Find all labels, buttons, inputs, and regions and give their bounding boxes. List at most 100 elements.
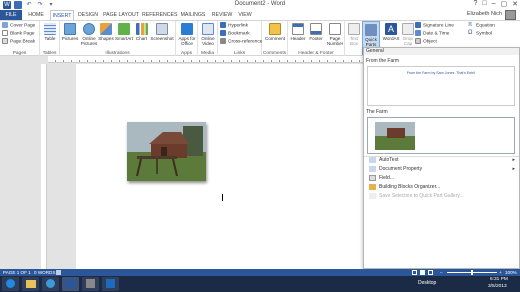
cross-reference-icon bbox=[220, 38, 226, 44]
app-taskbar-icon[interactable] bbox=[82, 277, 99, 291]
desktop-toolbar[interactable]: Desktop bbox=[418, 280, 436, 286]
pictures-button[interactable]: Pictures bbox=[61, 23, 79, 41]
header-button[interactable]: Header bbox=[289, 23, 307, 41]
document-page[interactable] bbox=[76, 64, 363, 269]
group-header-footer: Header Footer Page Number Header & Footer bbox=[288, 21, 345, 56]
barn-shape bbox=[387, 128, 405, 138]
online-pictures-button[interactable]: Online Pictures bbox=[80, 23, 98, 46]
signature-line-button[interactable]: Signature Line bbox=[415, 22, 454, 29]
object-button[interactable]: Object bbox=[415, 38, 437, 45]
file-explorer-icon[interactable] bbox=[22, 277, 39, 291]
chart-button[interactable]: Chart bbox=[134, 23, 149, 41]
read-mode-icon[interactable] bbox=[412, 270, 417, 275]
bookmark-button[interactable]: Bookmark bbox=[220, 30, 250, 37]
window-controls: ? □ – ▢ ✕ bbox=[473, 0, 518, 8]
cover-page-icon bbox=[2, 22, 8, 28]
ie-taskbar-icon[interactable] bbox=[2, 277, 19, 291]
apps-for-office-button[interactable]: Apps for Office bbox=[177, 23, 197, 46]
video-icon bbox=[202, 23, 214, 35]
menu-field[interactable]: Field... bbox=[365, 174, 518, 183]
shapes-button[interactable]: Shapes bbox=[98, 23, 114, 41]
page-count[interactable]: PAGE 1 OF 1 bbox=[3, 269, 31, 276]
zoom-level[interactable]: 100% bbox=[505, 269, 517, 276]
tab-references[interactable]: REFERENCES bbox=[142, 10, 177, 20]
close-button[interactable]: ✕ bbox=[512, 0, 518, 8]
wordart-icon: A bbox=[385, 23, 397, 35]
text-box-button[interactable]: Text Box bbox=[347, 23, 361, 46]
tab-file[interactable]: FILE bbox=[0, 10, 22, 20]
smartart-button[interactable]: SmartArt bbox=[114, 23, 134, 41]
smartart-icon bbox=[118, 23, 130, 35]
page-break-button[interactable]: Page Break bbox=[2, 38, 35, 45]
tray-icons[interactable] bbox=[442, 281, 472, 287]
proofing-icon[interactable] bbox=[56, 270, 61, 275]
table-icon bbox=[44, 23, 56, 35]
object-icon bbox=[415, 38, 421, 44]
menu-autotext[interactable]: AutoText ▸ bbox=[365, 156, 518, 165]
online-video-button[interactable]: Online Video bbox=[199, 23, 217, 46]
date-time-button[interactable]: Date & Time bbox=[415, 30, 449, 37]
user-name[interactable]: Elizabeth Nich bbox=[467, 11, 502, 17]
screenshot-icon bbox=[156, 23, 168, 35]
avatar[interactable] bbox=[505, 10, 516, 20]
zoom-out-button[interactable]: – bbox=[440, 269, 443, 276]
entry-the-farm[interactable] bbox=[367, 117, 515, 154]
page-number-button[interactable]: Page Number bbox=[325, 23, 345, 46]
group-apps: Apps for Office Apps bbox=[176, 21, 198, 56]
windows-explorer-icon[interactable] bbox=[42, 277, 59, 291]
screenshot-button[interactable]: Screenshot bbox=[149, 23, 175, 41]
cross-reference-button[interactable]: Cross-reference bbox=[220, 38, 262, 45]
entry-from-the-farm[interactable]: From the Farm by Sam Jones. That's Entri… bbox=[367, 66, 515, 106]
horizontal-ruler[interactable] bbox=[48, 56, 363, 63]
footer-button[interactable]: Footer bbox=[307, 23, 325, 41]
web-layout-icon[interactable] bbox=[428, 270, 433, 275]
group-comments: Comment Comments bbox=[262, 21, 288, 56]
menu-document-property[interactable]: Document Property ▸ bbox=[365, 165, 518, 174]
print-layout-icon[interactable] bbox=[420, 270, 425, 275]
footer-icon bbox=[310, 23, 322, 35]
zoom-slider-thumb[interactable] bbox=[471, 270, 473, 275]
signature-icon bbox=[415, 22, 421, 28]
barn-photo[interactable] bbox=[127, 122, 206, 181]
vertical-ruler[interactable] bbox=[41, 64, 47, 269]
zoom-in-button[interactable]: + bbox=[499, 269, 502, 276]
tab-home[interactable]: HOME bbox=[24, 10, 48, 20]
table-button[interactable]: Table bbox=[42, 23, 58, 41]
menu-building-blocks-organizer[interactable]: Building Blocks Organizer... bbox=[365, 183, 518, 192]
help-button[interactable]: ? bbox=[473, 0, 477, 8]
hyperlink-icon bbox=[220, 22, 226, 28]
menu-save-selection[interactable]: Save Selection to Quick Part Gallery... bbox=[365, 192, 518, 201]
tab-mailings[interactable]: MAILINGS bbox=[178, 10, 208, 20]
word-taskbar-icon[interactable] bbox=[62, 277, 79, 291]
taskbar: Desktop 6:31 PM 3/5/2013 bbox=[0, 276, 520, 292]
submenu-arrow-icon: ▸ bbox=[512, 157, 515, 163]
blank-page-button[interactable]: Blank Page bbox=[2, 30, 35, 37]
tab-design[interactable]: DESIGN bbox=[76, 10, 100, 20]
gallery-header: General bbox=[364, 48, 519, 55]
wordart-button[interactable]: A WordArt bbox=[381, 23, 401, 41]
header-icon bbox=[292, 23, 304, 35]
symbol-button[interactable]: Ω Symbol bbox=[468, 30, 492, 37]
outlook-taskbar-icon[interactable] bbox=[102, 277, 119, 291]
save-selection-icon bbox=[369, 192, 376, 199]
equation-button[interactable]: π Equation bbox=[468, 22, 495, 29]
cover-page-button[interactable]: Cover Page bbox=[2, 22, 35, 29]
minimize-button[interactable]: – bbox=[492, 0, 496, 8]
drop-cap-button[interactable]: Drop Cap bbox=[402, 23, 414, 46]
clock-time[interactable]: 6:31 PM bbox=[490, 277, 508, 282]
tab-review[interactable]: REVIEW bbox=[210, 10, 234, 20]
drop-cap-icon bbox=[402, 23, 414, 35]
tab-page-layout[interactable]: PAGE LAYOUT bbox=[102, 10, 140, 20]
status-bar: PAGE 1 OF 1 0 WORDS – + 100% bbox=[0, 269, 520, 276]
hyperlink-button[interactable]: Hyperlink bbox=[220, 22, 248, 29]
apps-icon bbox=[181, 23, 193, 35]
word-count[interactable]: 0 WORDS bbox=[34, 269, 55, 276]
omega-icon: Ω bbox=[468, 30, 473, 36]
clock-date[interactable]: 3/5/2013 bbox=[488, 284, 507, 289]
restore-button[interactable]: ▢ bbox=[501, 0, 508, 8]
tab-view[interactable]: VIEW bbox=[236, 10, 254, 20]
group-pages: Cover Page Blank Page Page Break Pages bbox=[0, 21, 40, 56]
entry-preview-text: From the Farm by Sam Jones. That's Entri… bbox=[406, 71, 476, 75]
ribbon-display-button[interactable]: □ bbox=[482, 0, 486, 8]
comment-button[interactable]: Comment bbox=[263, 23, 287, 41]
